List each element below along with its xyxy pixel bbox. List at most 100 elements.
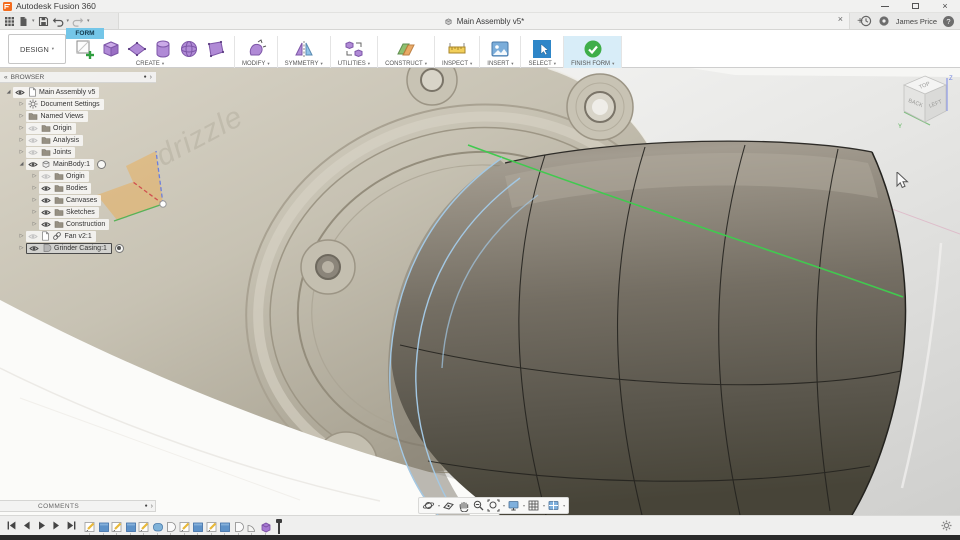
timeline-feature-sketch[interactable] xyxy=(179,521,191,536)
expand-arrow-icon[interactable]: ▷ xyxy=(17,149,26,155)
panel-expand-icon[interactable]: › xyxy=(150,74,152,81)
fit-icon[interactable] xyxy=(487,499,500,512)
toolbar-group-label[interactable]: INSERT ▾ xyxy=(487,61,513,67)
browser-item-origin[interactable]: ▷ Origin xyxy=(0,122,172,134)
toolbar-group-label[interactable]: MODIFY ▾ xyxy=(242,61,270,67)
box-icon[interactable] xyxy=(99,37,123,60)
browser-header[interactable]: « BROWSER ● › xyxy=(0,72,156,83)
timeline-feature-sketch[interactable] xyxy=(138,521,150,536)
browser-item-canvases[interactable]: ▷ Canvases xyxy=(0,194,172,206)
mirror-icon[interactable] xyxy=(292,37,316,60)
panel-options-icon[interactable]: ● xyxy=(144,74,147,80)
browser-item-sketches[interactable]: ▷ Sketches xyxy=(0,206,172,218)
file-menu-icon[interactable] xyxy=(18,16,29,27)
visibility-eye-icon[interactable] xyxy=(41,220,51,229)
browser-item-fan-v2-1[interactable]: ▷ Fan v2:1 xyxy=(0,230,172,242)
chevron-down-icon[interactable]: ▾ xyxy=(87,18,90,24)
expand-arrow-icon[interactable]: ◢ xyxy=(17,161,26,167)
edit-form-icon[interactable] xyxy=(244,37,268,60)
activate-component-radio[interactable] xyxy=(114,243,124,253)
expand-arrow-icon[interactable]: ▷ xyxy=(17,245,26,251)
visibility-eye-icon[interactable] xyxy=(28,160,38,169)
expand-arrow-icon[interactable]: ▷ xyxy=(30,221,39,227)
face-icon[interactable] xyxy=(203,37,227,60)
expand-arrow-icon[interactable]: ▷ xyxy=(30,209,39,215)
look-at-icon[interactable] xyxy=(442,499,455,512)
expand-arrow-icon[interactable]: ▷ xyxy=(17,137,26,143)
toolbar-group-label[interactable]: SYMMETRY ▾ xyxy=(285,61,323,67)
go-to-start-icon[interactable] xyxy=(6,520,17,531)
user-name[interactable]: James Price xyxy=(896,17,937,26)
sphere-icon[interactable] xyxy=(177,37,201,60)
form-context-tab[interactable]: FORM xyxy=(66,28,104,39)
activate-component-radio[interactable] xyxy=(96,159,106,169)
toolbar-group-label[interactable]: SELECT ▾ xyxy=(528,61,556,67)
plane-icon[interactable] xyxy=(125,37,149,60)
timeline-feature-feature[interactable] xyxy=(125,521,137,536)
timeline-feature-body-wedge[interactable] xyxy=(246,521,258,536)
expand-arrow-icon[interactable]: ▷ xyxy=(30,197,39,203)
visibility-eye-icon[interactable] xyxy=(15,88,25,97)
expand-arrow-icon[interactable]: ▷ xyxy=(17,125,26,131)
browser-item-joints[interactable]: ▷ Joints xyxy=(0,146,172,158)
document-tab[interactable]: Main Assembly v5* × xyxy=(118,13,850,29)
expand-arrow-icon[interactable]: ▷ xyxy=(17,113,26,119)
workspace-selector[interactable]: DESIGN ▾ xyxy=(8,34,66,64)
job-status-icon[interactable] xyxy=(860,15,872,27)
timeline-playhead[interactable] xyxy=(275,519,283,534)
chevron-down-icon[interactable]: ▾ xyxy=(543,503,545,508)
notifications-icon[interactable] xyxy=(878,15,890,27)
construct-plane-icon[interactable] xyxy=(394,37,418,60)
convert-icon[interactable] xyxy=(342,37,366,60)
data-panel-grid-icon[interactable] xyxy=(4,16,15,27)
viewports-icon[interactable] xyxy=(547,499,560,512)
browser-item-analysis[interactable]: ▷ Analysis xyxy=(0,134,172,146)
toolbar-group-label[interactable]: CREATE ▾ xyxy=(136,61,164,67)
chevron-down-icon[interactable]: ▾ xyxy=(563,503,565,508)
chevron-down-icon[interactable]: ▾ xyxy=(438,503,440,508)
visibility-eye-icon[interactable] xyxy=(41,184,51,193)
browser-item-grinder-casing-1[interactable]: ▷ Grinder Casing:1 xyxy=(0,242,172,254)
undo-icon[interactable] xyxy=(52,16,64,27)
timeline-feature-feature[interactable] xyxy=(192,521,204,536)
chevron-down-icon[interactable]: ▾ xyxy=(523,503,525,508)
toolbar-group-label[interactable]: INSPECT ▾ xyxy=(442,61,472,67)
browser-item-construction[interactable]: ▷ Construction xyxy=(0,218,172,230)
comments-bar[interactable]: COMMENTS ● › xyxy=(0,500,156,512)
toolbar-group-label[interactable]: CONSTRUCT ▾ xyxy=(385,61,427,67)
expand-arrow-icon[interactable]: ◢ xyxy=(4,89,13,95)
zoom-icon[interactable] xyxy=(472,499,485,512)
browser-item-named-views[interactable]: ▷ Named Views xyxy=(0,110,172,122)
cylinder-icon[interactable] xyxy=(151,37,175,60)
chevron-down-icon[interactable]: ▾ xyxy=(67,18,70,24)
toolbar-group-label[interactable]: FINISH FORM ▾ xyxy=(571,61,614,67)
orbit-icon[interactable] xyxy=(422,499,435,512)
step-forward-icon[interactable] xyxy=(51,520,62,531)
comments-expand-icon[interactable]: › xyxy=(151,503,153,510)
visibility-eye-icon[interactable] xyxy=(28,136,38,145)
toolbar-group-label[interactable]: UTILITIES ▾ xyxy=(338,61,370,67)
view-cube[interactable]: TOP BACK LEFT Z Y xyxy=(894,70,958,134)
browser-item-document-settings[interactable]: ▷ Document Settings xyxy=(0,98,172,110)
browser-item-origin[interactable]: ▷ Origin xyxy=(0,170,172,182)
expand-arrow-icon[interactable]: ▷ xyxy=(17,101,26,107)
timeline-feature-body[interactable] xyxy=(233,521,245,536)
browser-item-bodies[interactable]: ▷ Bodies xyxy=(0,182,172,194)
visibility-eye-icon[interactable] xyxy=(28,124,38,133)
visibility-eye-icon[interactable] xyxy=(28,232,38,241)
chevron-down-icon[interactable]: ▾ xyxy=(32,18,35,24)
visibility-eye-icon[interactable] xyxy=(41,172,51,181)
create-form-box-icon[interactable] xyxy=(73,37,97,60)
visibility-eye-icon[interactable] xyxy=(41,208,51,217)
expand-arrow-icon[interactable]: ▷ xyxy=(30,173,39,179)
panel-collapse-icon[interactable]: « xyxy=(4,74,8,81)
browser-item-mainbody-1[interactable]: ◢ MainBody:1 xyxy=(0,158,172,170)
timeline-feature-feature[interactable] xyxy=(98,521,110,536)
timeline-feature-body[interactable] xyxy=(165,521,177,536)
expand-arrow-icon[interactable]: ▷ xyxy=(30,185,39,191)
grid-snaps-icon[interactable] xyxy=(527,499,540,512)
tab-close-icon[interactable]: × xyxy=(838,14,843,24)
save-icon[interactable] xyxy=(38,16,49,27)
redo-icon[interactable] xyxy=(72,16,84,27)
timeline-feature-feature-round[interactable] xyxy=(152,521,164,536)
